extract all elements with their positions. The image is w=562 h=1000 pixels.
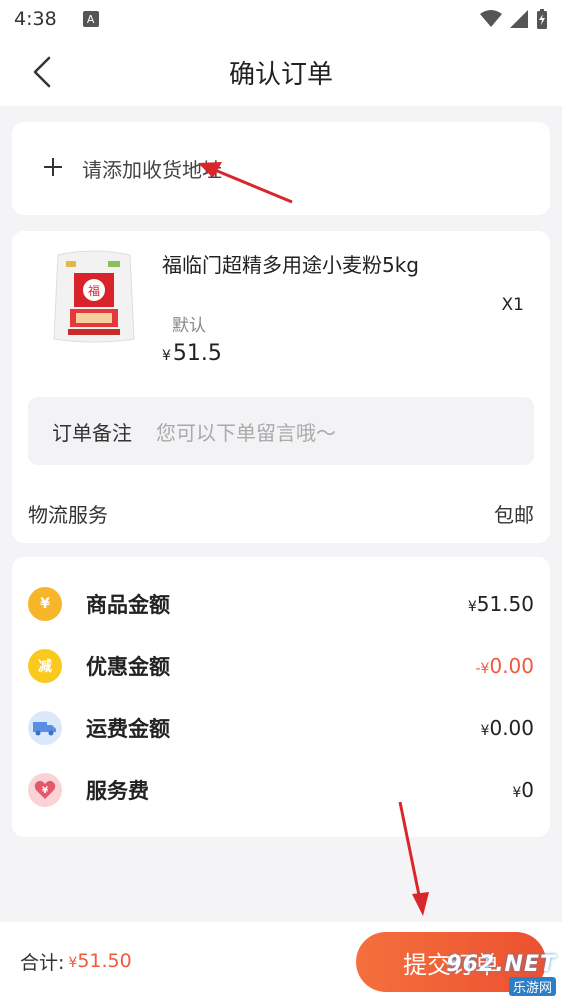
logistics-value: 包邮	[494, 503, 534, 527]
status-time: 4:38	[14, 8, 57, 30]
watermark-subtext: 乐游网	[508, 977, 556, 996]
status-icons	[480, 9, 548, 29]
signal-icon	[510, 10, 528, 28]
summary-label: 运费金额	[86, 717, 170, 741]
discount-icon: 减	[28, 649, 62, 683]
summary-row-discount: 减 优惠金额 -¥0.00	[28, 646, 534, 686]
summary-label: 优惠金额	[86, 655, 170, 679]
summary-value: ¥51.50	[467, 592, 534, 616]
product-price: ¥51.5	[162, 341, 222, 366]
product-spec: 默认	[172, 316, 206, 336]
summary-value: ¥0	[512, 778, 534, 802]
product-quantity: X1	[501, 295, 524, 315]
price-summary-card: ¥ 商品金额 ¥51.50 减 优惠金额 -¥0.00 运费金额 ¥0.00 ¥…	[12, 557, 550, 837]
remark-label: 订单备注	[52, 420, 132, 445]
svg-text:¥: ¥	[42, 786, 49, 796]
summary-value: ¥0.00	[480, 716, 534, 740]
battery-icon	[537, 9, 547, 29]
remark-input[interactable]: 您可以下单留言哦～	[156, 417, 336, 446]
heart-icon: ¥	[28, 773, 62, 807]
page-title: 确认订单	[228, 59, 333, 90]
back-button[interactable]	[22, 52, 62, 92]
notification-a-icon: A	[82, 11, 99, 27]
summary-value: -¥0.00	[475, 654, 535, 678]
summary-label: 服务费	[86, 779, 149, 803]
site-watermark: 962.NET 乐游网	[420, 950, 562, 998]
chevron-left-icon	[33, 56, 51, 88]
status-bar: 4:38 A	[0, 0, 562, 38]
nav-bar: 确认订单	[0, 38, 562, 106]
summary-label: 商品金额	[86, 593, 170, 617]
add-address-button[interactable]: 请添加收货地址	[12, 122, 550, 215]
product-name: 福临门超精多用途小麦粉5kg	[162, 253, 420, 277]
plus-icon	[42, 154, 64, 184]
add-address-label: 请添加收货地址	[82, 158, 222, 182]
logistics-label: 物流服务	[28, 503, 108, 527]
total-value: ¥51.50	[68, 950, 132, 972]
logistics-row: 物流服务 包邮	[28, 499, 534, 528]
order-remark-field[interactable]: 订单备注 您可以下单留言哦～	[28, 397, 534, 465]
product-image: 福	[53, 250, 135, 343]
svg-text:福: 福	[88, 283, 100, 298]
summary-row-goods-amount: ¥ 商品金额 ¥51.50	[28, 584, 534, 624]
summary-row-service-fee: ¥ 服务费 ¥0	[28, 770, 534, 810]
total-label: 合计:	[20, 951, 65, 974]
wifi-icon	[480, 10, 502, 27]
truck-icon	[28, 711, 62, 745]
order-item-card: 福 福临门超精多用途小麦粉5kg 默认 ¥51.5 X1 订单备注 您可以下单留…	[12, 231, 550, 543]
summary-row-shipping: 运费金额 ¥0.00	[28, 708, 534, 748]
money-bag-icon: ¥	[28, 587, 62, 621]
watermark-logo-text: 962.NET	[446, 952, 556, 977]
